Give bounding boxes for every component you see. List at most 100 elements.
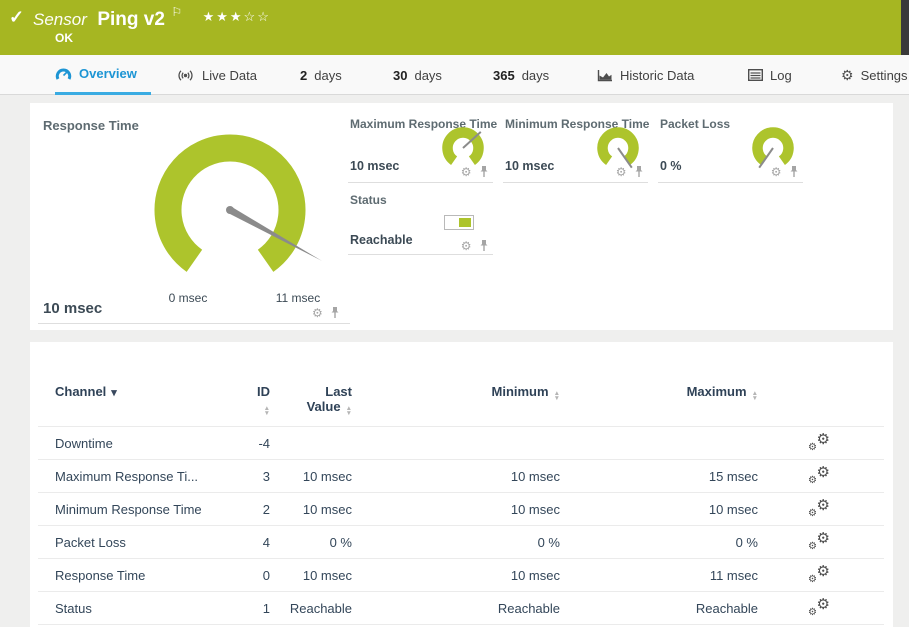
response-time-panel-actions: ⚙	[312, 304, 340, 322]
favorite-flag-icon[interactable]: ⚐	[171, 5, 182, 19]
column-header-value-label: Value	[307, 399, 341, 414]
tab-bar: Overview Live Data 2 days 30 days 365 da…	[0, 55, 909, 95]
channel-name[interactable]: Maximum Response Ti...	[38, 460, 250, 493]
response-time-gauge	[130, 115, 342, 305]
column-header-minimum[interactable]: Minimum▲▼	[376, 378, 584, 427]
channel-table-card: Channel▾ ID▲▼ Last Value▲▼ Minimum▲▼ Max…	[30, 342, 893, 627]
channel-maximum: 11 msec	[584, 559, 782, 592]
channel-settings-gears-icon[interactable]: ⚙⚙	[808, 499, 830, 516]
header-edge-strip	[901, 0, 909, 55]
channel-id: -4	[250, 427, 282, 460]
tab-2-days-number: 2	[300, 68, 307, 83]
channel-settings-gears-icon[interactable]: ⚙⚙	[808, 433, 830, 450]
channel-name[interactable]: Packet Loss	[38, 526, 250, 559]
tab-overview[interactable]: Overview	[55, 55, 151, 95]
sensor-title-line: Sensor Ping v2 ⚐ ★★★☆☆	[33, 5, 271, 31]
tab-historic-data-label: Historic Data	[620, 68, 694, 83]
gauge-scale-max-label: 11 msec	[268, 291, 328, 305]
channel-id: 0	[250, 559, 282, 592]
packet-loss-title: Packet Loss	[660, 117, 730, 131]
channel-name[interactable]: Status	[38, 592, 250, 625]
channel-id: 3	[250, 460, 282, 493]
table-row-minimum-response-time: Minimum Response Time 2 10 msec 10 msec …	[38, 493, 884, 526]
tab-settings[interactable]: ⚙ Settings	[841, 55, 908, 95]
pin-icon[interactable]	[634, 165, 644, 178]
sort-icon: ▲▼	[752, 391, 758, 401]
channel-minimum: Reachable	[376, 592, 584, 625]
min-response-time-value: 10 msec	[505, 159, 554, 173]
priority-stars[interactable]: ★★★☆☆	[203, 9, 271, 24]
live-data-icon	[176, 69, 195, 82]
tab-365-days-number: 365	[493, 68, 515, 83]
channel-maximum	[584, 427, 782, 460]
table-row-downtime: Downtime -4 ⚙⚙	[38, 427, 884, 460]
table-header-row: Channel▾ ID▲▼ Last Value▲▼ Minimum▲▼ Max…	[38, 378, 884, 427]
historic-chart-icon	[597, 69, 613, 82]
pin-icon[interactable]	[479, 239, 489, 252]
channel-last-value: 10 msec	[282, 460, 376, 493]
packet-loss-actions: ⚙	[771, 163, 799, 181]
column-header-id-label: ID	[257, 384, 270, 399]
channel-maximum: Reachable	[584, 592, 782, 625]
sensor-header: ✓ Sensor Ping v2 ⚐ ★★★☆☆ OK	[0, 0, 901, 55]
channel-id: 4	[250, 526, 282, 559]
response-time-panel-title: Response Time	[43, 118, 139, 133]
channel-maximum: 15 msec	[584, 460, 782, 493]
tab-2-days[interactable]: 2 days	[300, 55, 342, 95]
channel-settings-gears-icon[interactable]: ⚙⚙	[808, 565, 830, 582]
log-list-icon	[748, 69, 763, 81]
tab-365-days-label: days	[522, 68, 549, 83]
channel-settings-gear-icon[interactable]: ⚙	[461, 239, 472, 253]
channel-settings-gears-icon[interactable]: ⚙⚙	[808, 532, 830, 549]
tab-log[interactable]: Log	[748, 55, 792, 95]
channel-last-value: 10 msec	[282, 493, 376, 526]
channel-table: Channel▾ ID▲▼ Last Value▲▼ Minimum▲▼ Max…	[38, 378, 884, 625]
channel-settings-gear-icon[interactable]: ⚙	[312, 306, 323, 320]
max-response-time-actions: ⚙	[461, 163, 489, 181]
channel-settings-gear-icon[interactable]: ⚙	[461, 165, 472, 179]
sort-icon: ▲▼	[264, 406, 270, 416]
max-response-time-value: 10 msec	[350, 159, 399, 173]
column-header-minimum-label: Minimum	[492, 384, 549, 399]
column-header-maximum[interactable]: Maximum▲▼	[584, 378, 782, 427]
channel-name[interactable]: Minimum Response Time	[38, 493, 250, 526]
min-response-time-panel: Minimum Response Time 10 msec ⚙	[503, 113, 648, 183]
channel-minimum: 0 %	[376, 526, 584, 559]
table-row-response-time: Response Time 0 10 msec 10 msec 11 msec …	[38, 559, 884, 592]
status-toggle-knob	[459, 218, 471, 227]
channel-id: 1	[250, 592, 282, 625]
channel-minimum	[376, 427, 584, 460]
tab-historic-data[interactable]: Historic Data	[597, 55, 694, 95]
table-row-packet-loss: Packet Loss 4 0 % 0 % 0 % ⚙⚙	[38, 526, 884, 559]
channel-last-value: Reachable	[282, 592, 376, 625]
tab-365-days[interactable]: 365 days	[493, 55, 549, 95]
channel-settings-gear-icon[interactable]: ⚙	[616, 165, 627, 179]
status-ok-check-icon: ✓	[9, 7, 24, 28]
channel-settings-gear-icon[interactable]: ⚙	[771, 165, 782, 179]
panel-divider	[38, 323, 350, 324]
object-kind-label: Sensor	[33, 10, 87, 29]
channel-minimum: 10 msec	[376, 559, 584, 592]
channel-name[interactable]: Downtime	[38, 427, 250, 460]
sensor-name: Ping v2	[97, 9, 165, 30]
channel-settings-gears-icon[interactable]: ⚙⚙	[808, 598, 830, 615]
pin-icon[interactable]	[479, 165, 489, 178]
tab-live-data[interactable]: Live Data	[176, 55, 257, 95]
column-header-id[interactable]: ID ▲▼	[250, 378, 282, 427]
channel-settings-gears-icon[interactable]: ⚙⚙	[808, 466, 830, 483]
pin-icon[interactable]	[789, 165, 799, 178]
tab-30-days-label: days	[414, 68, 441, 83]
column-header-channel-label: Channel	[55, 384, 106, 399]
column-header-channel[interactable]: Channel▾	[38, 378, 250, 427]
packet-loss-value: 0 %	[660, 159, 682, 173]
channel-last-value: 0 %	[282, 526, 376, 559]
tab-30-days-number: 30	[393, 68, 407, 83]
channel-id: 2	[250, 493, 282, 526]
sensor-page: ✓ Sensor Ping v2 ⚐ ★★★☆☆ OK Overview Liv…	[0, 0, 909, 627]
channel-name[interactable]: Response Time	[38, 559, 250, 592]
pin-icon[interactable]	[330, 306, 340, 319]
column-header-last-value[interactable]: Last Value▲▼	[282, 378, 376, 427]
packet-loss-panel: Packet Loss 0 % ⚙	[658, 113, 803, 183]
status-value: Reachable	[350, 233, 413, 247]
tab-30-days[interactable]: 30 days	[393, 55, 442, 95]
